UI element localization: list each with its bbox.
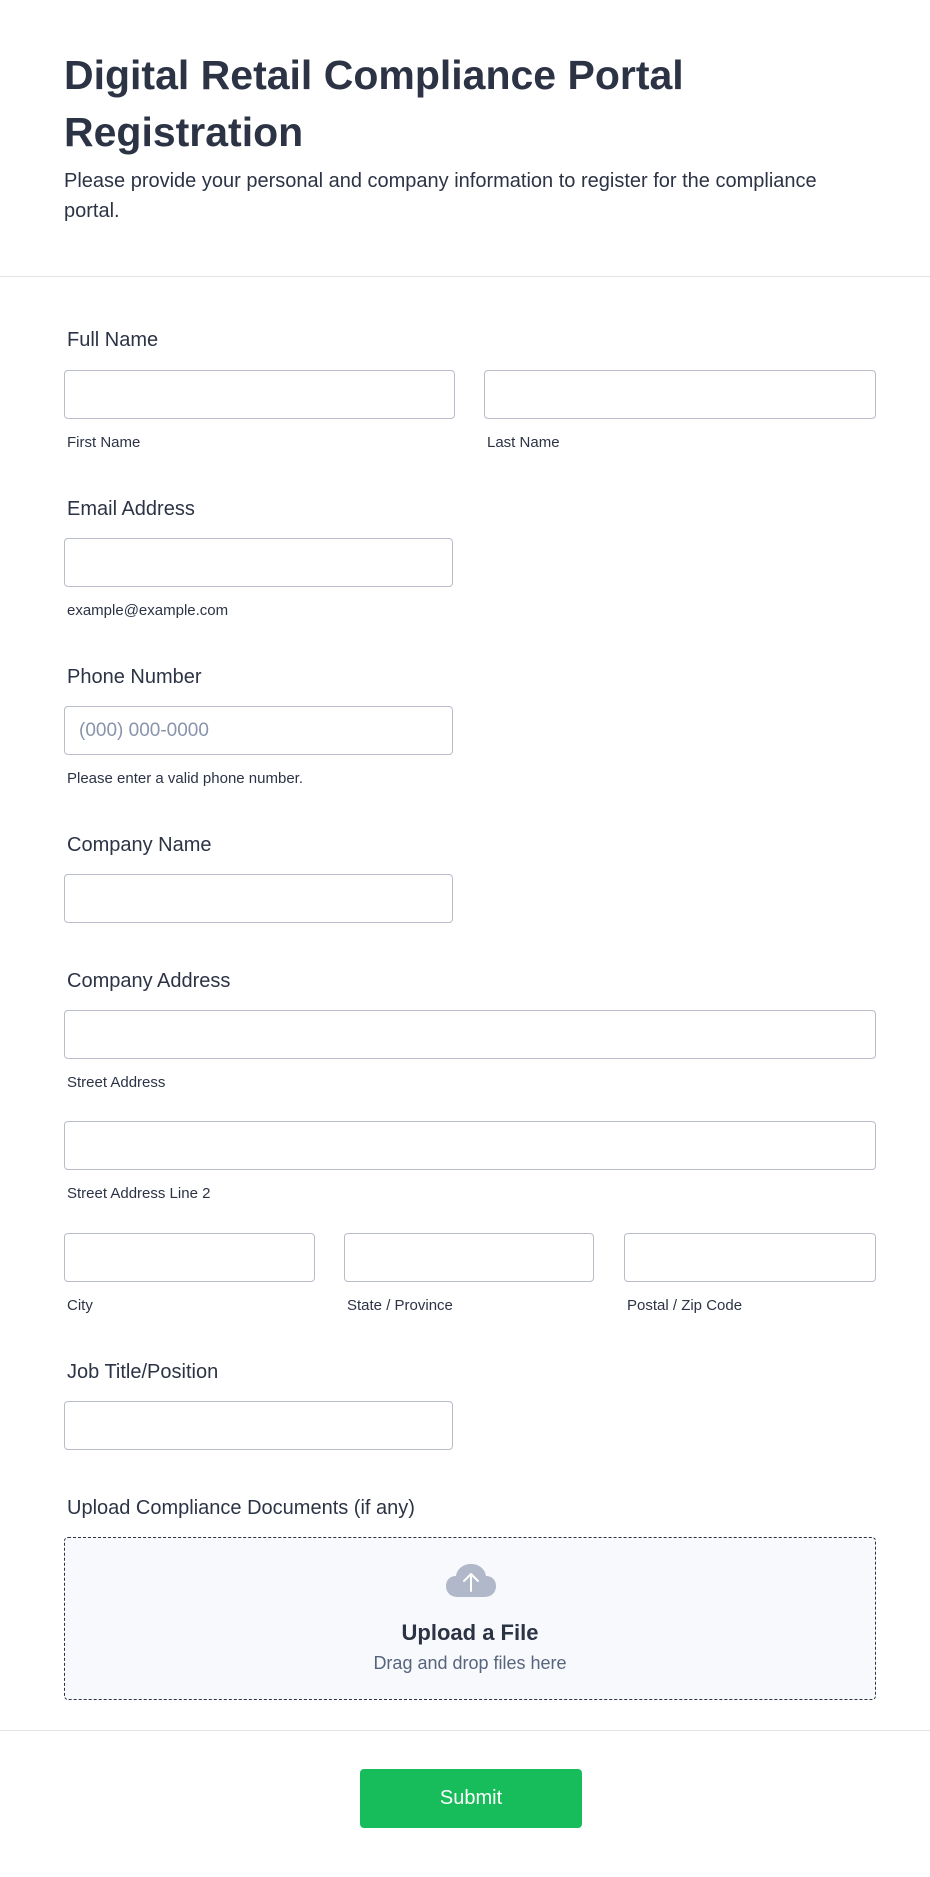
upload-hint: Drag and drop files here <box>373 1653 567 1673</box>
job-title-label: Job Title/Position <box>67 1361 219 1383</box>
street-address-line2-sublabel: Street Address Line 2 <box>67 1185 211 1202</box>
full-name-label: Full Name <box>67 329 159 351</box>
street-address-sublabel: Street Address <box>67 1074 166 1091</box>
email-label: Email Address <box>67 498 195 520</box>
last-name-sublabel: Last Name <box>487 434 560 451</box>
email-input[interactable] <box>64 538 453 587</box>
form-header: Digital Retail Compliance Portal Registr… <box>0 0 930 277</box>
zip-input[interactable] <box>624 1233 876 1282</box>
first-name-input[interactable] <box>64 370 455 419</box>
company-name-label: Company Name <box>67 834 212 856</box>
upload-title: Upload a File <box>401 1620 539 1645</box>
last-name-input[interactable] <box>484 370 876 419</box>
street-address-line2-input[interactable] <box>64 1121 876 1170</box>
state-input[interactable] <box>344 1233 594 1282</box>
job-title-input[interactable] <box>64 1401 453 1450</box>
page-title: Digital Retail Compliance Portal Registr… <box>64 52 684 155</box>
footer-divider <box>0 1730 930 1731</box>
cloud-upload-icon <box>446 1564 496 1597</box>
page-subtitle: Please provide your personal and company… <box>64 170 817 222</box>
city-input[interactable] <box>64 1233 315 1282</box>
zip-sublabel: Postal / Zip Code <box>627 1297 743 1314</box>
upload-dropzone[interactable]: Upload a File Drag and drop files here <box>64 1537 876 1700</box>
phone-label: Phone Number <box>67 666 202 688</box>
submit-button[interactable]: Submit <box>360 1769 582 1828</box>
upload-label: Upload Compliance Documents (if any) <box>67 1497 415 1519</box>
phone-sublabel: Please enter a valid phone number. <box>67 770 303 787</box>
first-name-sublabel: First Name <box>67 434 141 451</box>
state-sublabel: State / Province <box>347 1297 453 1314</box>
city-sublabel: City <box>67 1297 93 1314</box>
company-address-label: Company Address <box>67 970 231 992</box>
phone-input[interactable] <box>64 706 453 755</box>
email-sublabel: example@example.com <box>67 602 229 619</box>
company-name-input[interactable] <box>64 874 453 923</box>
street-address-input[interactable] <box>64 1010 876 1059</box>
